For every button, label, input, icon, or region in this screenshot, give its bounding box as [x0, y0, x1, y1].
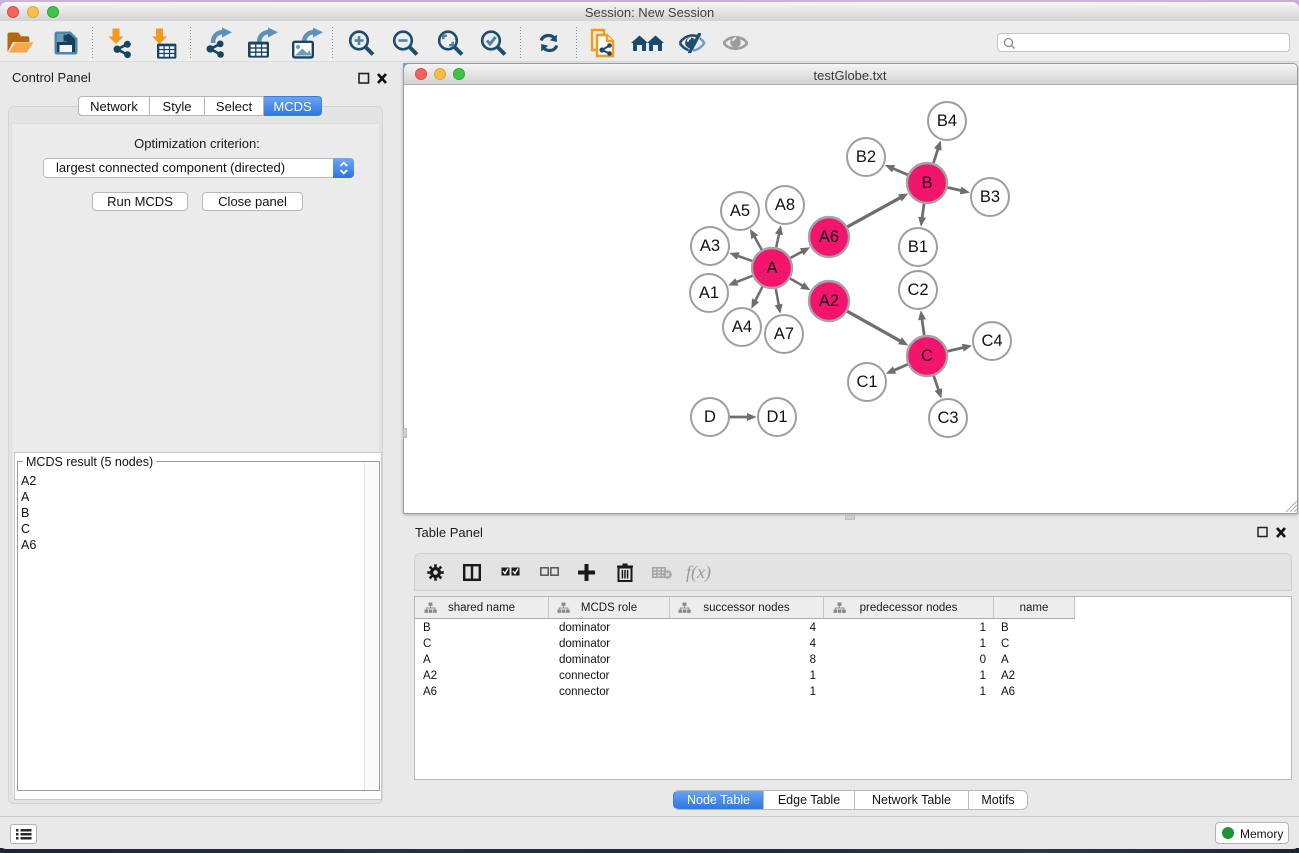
svg-text:A7: A7 — [774, 325, 794, 343]
svg-text:A2: A2 — [819, 292, 839, 310]
svg-text:A4: A4 — [732, 318, 752, 336]
svg-text:A6: A6 — [819, 228, 839, 246]
svg-text:A1: A1 — [699, 284, 719, 302]
svg-text:C: C — [921, 347, 933, 365]
svg-text:A8: A8 — [775, 196, 795, 214]
svg-text:B2: B2 — [856, 148, 876, 166]
svg-text:C4: C4 — [981, 332, 1002, 350]
svg-text:D1: D1 — [766, 408, 787, 426]
svg-text:C2: C2 — [907, 281, 928, 299]
svg-text:B3: B3 — [980, 188, 1000, 206]
svg-text:A5: A5 — [730, 202, 750, 220]
svg-text:C1: C1 — [856, 373, 877, 391]
svg-text:A3: A3 — [700, 237, 720, 255]
svg-text:B: B — [921, 174, 932, 192]
svg-text:A: A — [766, 259, 777, 277]
svg-text:C3: C3 — [937, 409, 958, 427]
svg-text:D: D — [704, 408, 716, 426]
svg-text:B4: B4 — [937, 112, 957, 130]
svg-text:B1: B1 — [908, 238, 928, 256]
